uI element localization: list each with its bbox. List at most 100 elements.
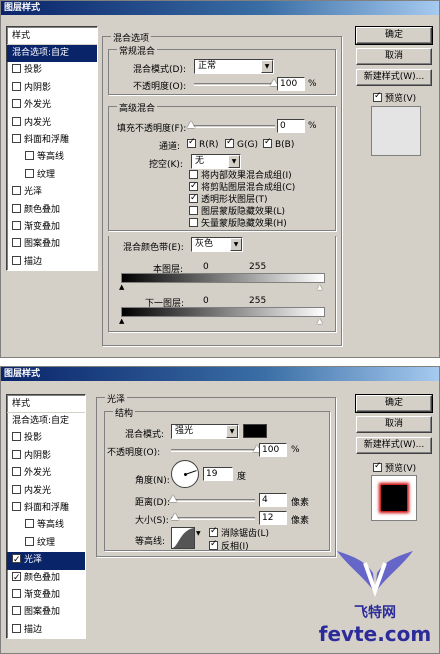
style-item[interactable]: 描边 [7, 254, 97, 271]
preview-checkbox[interactable]: 预览(V) [373, 91, 416, 104]
checkbox-icon[interactable] [209, 526, 218, 537]
style-item[interactable]: 描边 [7, 622, 85, 639]
checkbox-icon[interactable] [12, 64, 21, 74]
checkbox-icon[interactable] [12, 99, 21, 109]
style-item[interactable]: 颜色叠加 [7, 202, 97, 219]
ok-button[interactable]: 确定 [355, 394, 433, 413]
slider-thumb-icon[interactable] [169, 495, 177, 502]
angle-input[interactable]: 19 [203, 467, 233, 481]
checkbox-icon[interactable] [12, 133, 21, 143]
checkbox-icon[interactable] [12, 220, 21, 230]
checkbox-icon[interactable] [12, 449, 21, 459]
style-item[interactable]: 斜面和浮雕 [7, 132, 97, 149]
advanced-option-checkbox[interactable]: 图层蒙版隐藏效果(L) [189, 206, 295, 218]
checkbox-icon[interactable] [189, 218, 198, 227]
advanced-option-checkbox[interactable]: 矢量蒙版隐藏效果(H) [189, 218, 295, 230]
knockout-select[interactable]: 无 ▼ [191, 154, 241, 169]
channel-g-checkbox[interactable]: G(G) [225, 137, 258, 150]
checkbox-icon[interactable] [12, 570, 21, 587]
advanced-option-checkbox[interactable]: 将内部效果混合成组(I) [189, 170, 295, 182]
channel-b-checkbox[interactable]: B(B) [263, 137, 294, 150]
checkbox-icon[interactable] [25, 151, 34, 161]
checkbox-icon[interactable] [12, 255, 21, 265]
angle-dial-icon[interactable] [171, 460, 199, 488]
opacity-input[interactable]: 100 [259, 443, 287, 457]
checkbox-icon[interactable] [12, 623, 21, 633]
checkbox-icon[interactable] [12, 588, 21, 598]
style-item[interactable]: 投影 [7, 430, 85, 447]
checkbox-icon[interactable] [12, 186, 21, 196]
slider-thumb-icon[interactable]: ▲ [317, 317, 322, 325]
style-item[interactable]: 图案叠加 [7, 604, 85, 621]
fill-opacity-slider[interactable] [187, 121, 275, 128]
style-item[interactable]: 等高线 [7, 149, 97, 166]
checkbox-icon[interactable] [25, 168, 34, 178]
blend-if-select[interactable]: 灰色 ▼ [191, 237, 243, 252]
style-item[interactable]: 纹理 [7, 167, 97, 184]
channel-r-checkbox[interactable]: R(R) [187, 137, 219, 150]
checkbox-icon[interactable] [12, 81, 21, 91]
slider-thumb-icon[interactable]: ▲ [119, 317, 124, 325]
checkbox-icon[interactable] [189, 206, 198, 215]
preview-checkbox[interactable]: 预览(V) [373, 461, 416, 474]
checkbox-icon[interactable] [189, 180, 198, 192]
slider-thumb-icon[interactable]: ▲ [317, 283, 322, 291]
checkbox-icon[interactable] [12, 501, 21, 511]
cancel-button[interactable]: 取消 [356, 48, 432, 65]
style-item[interactable]: 外发光 [7, 465, 85, 482]
checkbox-icon[interactable] [209, 539, 218, 550]
advanced-option-checkbox[interactable]: 将剪贴图层混合成组(C) [189, 180, 295, 194]
opacity-input[interactable]: 100 [277, 77, 305, 91]
style-item[interactable]: 外发光 [7, 97, 97, 114]
invert-checkbox[interactable]: 反相(I) [209, 539, 249, 552]
style-item[interactable]: 图案叠加 [7, 236, 97, 253]
checkbox-icon[interactable] [225, 137, 234, 148]
style-item[interactable]: 光泽 [7, 184, 97, 201]
checkbox-icon[interactable] [189, 192, 198, 204]
size-slider[interactable] [171, 513, 255, 520]
checkbox-icon[interactable] [25, 519, 34, 529]
ok-button[interactable]: 确定 [355, 26, 433, 45]
checkbox-icon[interactable] [373, 461, 382, 472]
style-item[interactable]: 渐变叠加 [7, 219, 97, 236]
checkbox-icon[interactable] [12, 116, 21, 126]
distance-input[interactable]: 4 [259, 493, 287, 507]
checkbox-icon[interactable] [12, 238, 21, 248]
slider-thumb-icon[interactable] [171, 513, 179, 520]
fill-opacity-input[interactable]: 0 [277, 119, 305, 133]
slider-thumb-icon[interactable]: ▲ [119, 283, 124, 291]
dropdown-arrow-icon[interactable]: ▼ [196, 530, 201, 537]
checkbox-icon[interactable] [373, 91, 382, 102]
style-item[interactable]: 投影 [7, 62, 97, 79]
checkbox-icon[interactable] [12, 432, 21, 442]
checkbox-icon[interactable] [263, 137, 272, 148]
checkbox-icon[interactable] [187, 137, 196, 148]
style-item[interactable]: 内阴影 [7, 448, 85, 465]
contour-curve-icon[interactable] [171, 527, 195, 549]
new-style-button[interactable]: 新建样式(W)... [356, 437, 432, 454]
slider-thumb-icon[interactable] [187, 121, 195, 128]
checkbox-icon[interactable] [12, 203, 21, 213]
style-item[interactable]: 光泽 [7, 552, 85, 570]
style-item[interactable]: 内发光 [7, 115, 97, 132]
opacity-slider[interactable] [171, 445, 261, 452]
checkbox-icon[interactable] [12, 467, 21, 477]
color-swatch[interactable] [243, 424, 267, 438]
checkbox-icon[interactable] [12, 484, 21, 494]
checkbox-icon[interactable] [12, 606, 21, 616]
style-item[interactable]: 颜色叠加 [7, 570, 85, 587]
antialias-checkbox[interactable]: 消除锯齿(L) [209, 526, 269, 539]
new-style-button[interactable]: 新建样式(W)... [356, 69, 432, 86]
style-item[interactable]: 纹理 [7, 535, 85, 552]
style-item[interactable]: 混合选项:自定 [7, 45, 97, 63]
style-item[interactable]: 内阴影 [7, 80, 97, 97]
blend-mode-select[interactable]: 强光 ▼ [171, 424, 239, 439]
style-item[interactable]: 混合选项:自定 [7, 413, 85, 430]
size-input[interactable]: 12 [259, 511, 287, 525]
style-item[interactable]: 斜面和浮雕 [7, 500, 85, 517]
checkbox-icon[interactable] [25, 536, 34, 546]
opacity-slider[interactable] [194, 79, 278, 86]
style-item[interactable]: 渐变叠加 [7, 587, 85, 604]
advanced-option-checkbox[interactable]: 透明形状图层(T) [189, 192, 295, 206]
checkbox-icon[interactable] [12, 552, 21, 570]
